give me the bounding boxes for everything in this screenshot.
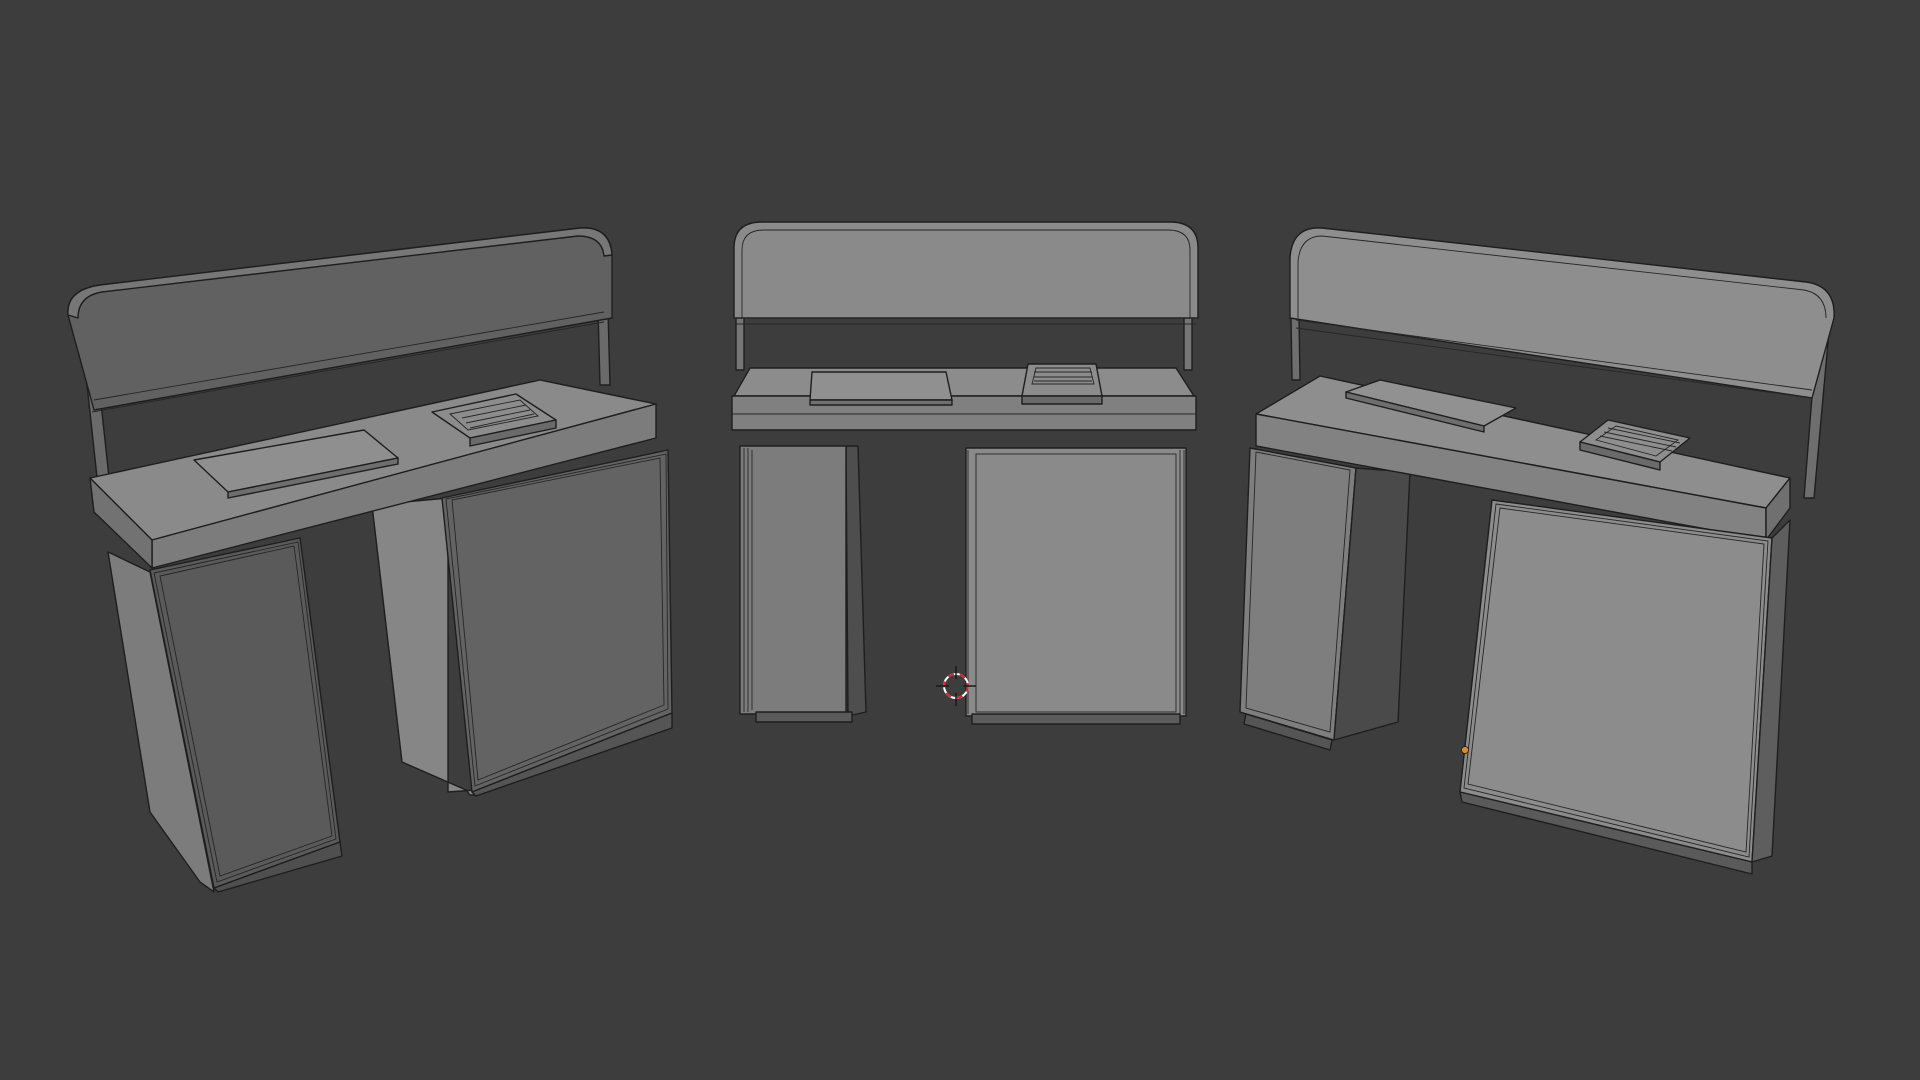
desk-center-left-pedestal-base [755,711,853,723]
desk-center-right-pedestal-front [965,447,1187,717]
desk-center-top-front-edge [731,395,1197,431]
desk-center[interactable] [731,221,1199,725]
object-origin-icon[interactable] [1461,746,1469,754]
desk-left[interactable] [67,227,673,893]
desk-center-back-panel [733,221,1199,319]
desk-center-top-surface [733,367,1195,397]
desk-left-back-post-right [597,309,611,386]
desk-center-left-pedestal-side [845,445,867,717]
desk-center-right-pedestal-base [971,713,1181,725]
desk-center-left-pedestal-front [739,445,847,715]
desk-center-top-pad [809,371,953,401]
scene-canvas[interactable] [0,0,1920,1080]
3d-viewport[interactable] [0,0,1920,1080]
desk-right-back-panel [1289,227,1835,399]
desk-right[interactable] [1239,227,1835,875]
